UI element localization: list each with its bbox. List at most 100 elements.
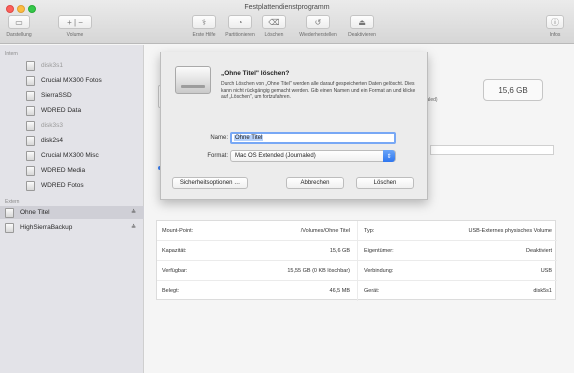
chevron-updown-icon: ⇕ <box>383 150 395 162</box>
window-title: Festplattendienstprogramm <box>244 4 330 11</box>
sidebar-item-disk3s3[interactable]: disk3s3 <box>0 119 144 132</box>
disk-slot <box>181 85 205 88</box>
info-value: 46,5 MB <box>329 288 350 294</box>
info-label: Belegt: <box>162 288 180 294</box>
infos-button[interactable]: ⓘ <box>546 15 564 29</box>
sidebar-item-disk2s4[interactable]: disk2s4 <box>0 134 144 147</box>
sidebar-item-ohne-titel[interactable]: Ohne Titel ≜ <box>0 206 144 219</box>
info-label: Verbindung: <box>364 268 394 274</box>
erase-button[interactable]: Löschen <box>356 177 414 189</box>
security-options-button[interactable]: Sicherheitsoptionen … <box>172 177 248 189</box>
sidebar-item-label: disk3s1 <box>41 62 64 69</box>
erste-hilfe-label: Erste Hilfe <box>192 32 216 38</box>
sidebar-item-label: Ohne Titel <box>20 209 50 216</box>
sidebar-item-wdred-media[interactable]: WDRED Media <box>0 164 144 177</box>
sidebar-item-label: disk2s4 <box>41 137 64 144</box>
format-select-value: Mac OS Extended (Journaled) <box>235 153 316 159</box>
wiederherstellen-label: Wiederherstellen <box>299 32 337 38</box>
restore-icon: ↺ <box>314 17 322 27</box>
disk-icon <box>26 165 35 176</box>
table-row: Mount-Point: /Volumes/Ohne Titel Typ: US… <box>157 221 557 241</box>
info-value: USB <box>540 268 552 274</box>
pie-icon: ◔ <box>237 17 243 27</box>
volume-label: Volume <box>66 32 84 38</box>
disk-icon <box>26 105 35 116</box>
stethoscope-icon: ⚕ <box>201 17 207 27</box>
sidebar-item-label: disk3s3 <box>41 122 64 129</box>
format-select[interactable]: Mac OS Extended (Journaled) ⇕ <box>230 150 396 162</box>
volume-button[interactable]: + | − <box>58 15 92 29</box>
name-input-value: Ohne Titel <box>234 135 264 141</box>
eject-icon: ⏏ <box>358 17 366 27</box>
sidebar-item-crucial-misc[interactable]: Crucial MX300 Misc <box>0 149 144 162</box>
sidebar-section-extern: Extern <box>5 199 20 205</box>
disk-utility-window: Festplattendienstprogramm ▭ Darstellung … <box>0 0 574 373</box>
plus-minus-icon: + | − <box>67 17 83 27</box>
sidebar-item-label: SierraSSD <box>41 92 72 99</box>
info-label: Mount-Point: <box>162 228 194 234</box>
wiederherstellen-button[interactable]: ↺ <box>306 15 330 29</box>
disk-icon <box>26 60 35 71</box>
eraser-icon: ⌫ <box>268 17 280 27</box>
info-value: Deaktiviert <box>526 248 552 254</box>
capacity-box: 15,6 GB <box>483 79 543 101</box>
sidebar: Intern disk3s1 Crucial MX300 Fotos Sierr… <box>0 45 144 373</box>
disk-icon <box>26 90 35 101</box>
disk-icon <box>26 135 35 146</box>
disk-icon <box>26 75 35 86</box>
eject-icon[interactable]: ≜ <box>131 209 136 216</box>
sidebar-item-label: WDRED Fotos <box>41 182 84 189</box>
info-label: Gerät: <box>364 288 380 294</box>
sidebar-item-label: WDRED Data <box>41 107 82 114</box>
usage-bar <box>430 145 554 155</box>
deaktivieren-label: Deaktivieren <box>348 32 376 38</box>
disk-icon <box>26 150 35 161</box>
title-bar: Festplattendienstprogramm ▭ Darstellung … <box>0 0 574 44</box>
info-value: 15,55 GB (0 KB löschbar) <box>287 268 350 274</box>
disk-icon <box>5 207 14 218</box>
name-label: Name: <box>210 135 228 141</box>
disk-icon <box>26 120 35 131</box>
sidebar-item-sierrassd[interactable]: SierraSSD <box>0 89 144 102</box>
darstellung-button[interactable]: ▭ <box>8 15 30 29</box>
table-row: Kapazität: 15,6 GB Eigentümer: Deaktivie… <box>157 241 557 261</box>
info-value: 15,6 GB <box>329 248 350 254</box>
table-row: Belegt: 46,5 MB Gerät: disk5s1 <box>157 281 557 301</box>
info-label: Verfügbar: <box>162 268 188 274</box>
sidebar-item-label: WDRED Media <box>41 167 86 174</box>
sidebar-item-crucial-fotos[interactable]: Crucial MX300 Fotos <box>0 74 144 87</box>
info-value: USB-Externes physisches Volume <box>468 228 552 234</box>
disk-icon <box>26 180 35 191</box>
info-icon: ⓘ <box>551 17 559 27</box>
info-label: Typ: <box>364 228 375 234</box>
info-label: Eigentümer: <box>364 248 394 254</box>
format-label: Format: <box>207 153 228 159</box>
sidebar-item-wdred-data[interactable]: WDRED Data <box>0 104 144 117</box>
info-value: disk5s1 <box>533 288 552 294</box>
sidebar-item-disk3s1[interactable]: disk3s1 <box>0 59 144 72</box>
sheet-title: „Ohne Titel" löschen? <box>221 70 290 77</box>
deaktivieren-button[interactable]: ⏏ <box>350 15 374 29</box>
eject-icon[interactable]: ≜ <box>131 224 136 231</box>
sidebar-item-label: HighSierraBackup <box>20 224 73 231</box>
loeschen-button[interactable]: ⌫ <box>262 15 286 29</box>
erste-hilfe-button[interactable]: ⚕ <box>192 15 216 29</box>
sidebar-item-label: Crucial MX300 Fotos <box>41 77 102 84</box>
name-input[interactable]: Ohne Titel <box>230 132 396 144</box>
sidebar-section-intern: Intern <box>5 51 18 57</box>
sidebar-item-label: Crucial MX300 Misc <box>41 152 99 159</box>
sidebar-item-highsierrabackup[interactable]: HighSierraBackup ≜ <box>0 221 144 234</box>
sidebar-icon: ▭ <box>15 17 23 27</box>
partitionieren-label: Partitionieren <box>225 32 255 38</box>
info-value: /Volumes/Ohne Titel <box>300 228 350 234</box>
info-table: Mount-Point: /Volumes/Ohne Titel Typ: US… <box>156 220 557 301</box>
disk-icon <box>5 222 14 233</box>
sidebar-item-wdred-fotos[interactable]: WDRED Fotos <box>0 179 144 192</box>
table-row: Verfügbar: 15,55 GB (0 KB löschbar) Verb… <box>157 261 557 281</box>
sheet-description: Durch Löschen von „Ohne Titel" werden al… <box>221 81 416 100</box>
external-disk-icon <box>175 66 211 94</box>
infos-label: Infos <box>549 32 561 38</box>
info-label: Kapazität: <box>162 248 187 254</box>
partitionieren-button[interactable]: ◔ <box>228 15 252 29</box>
cancel-button[interactable]: Abbrechen <box>286 177 344 189</box>
